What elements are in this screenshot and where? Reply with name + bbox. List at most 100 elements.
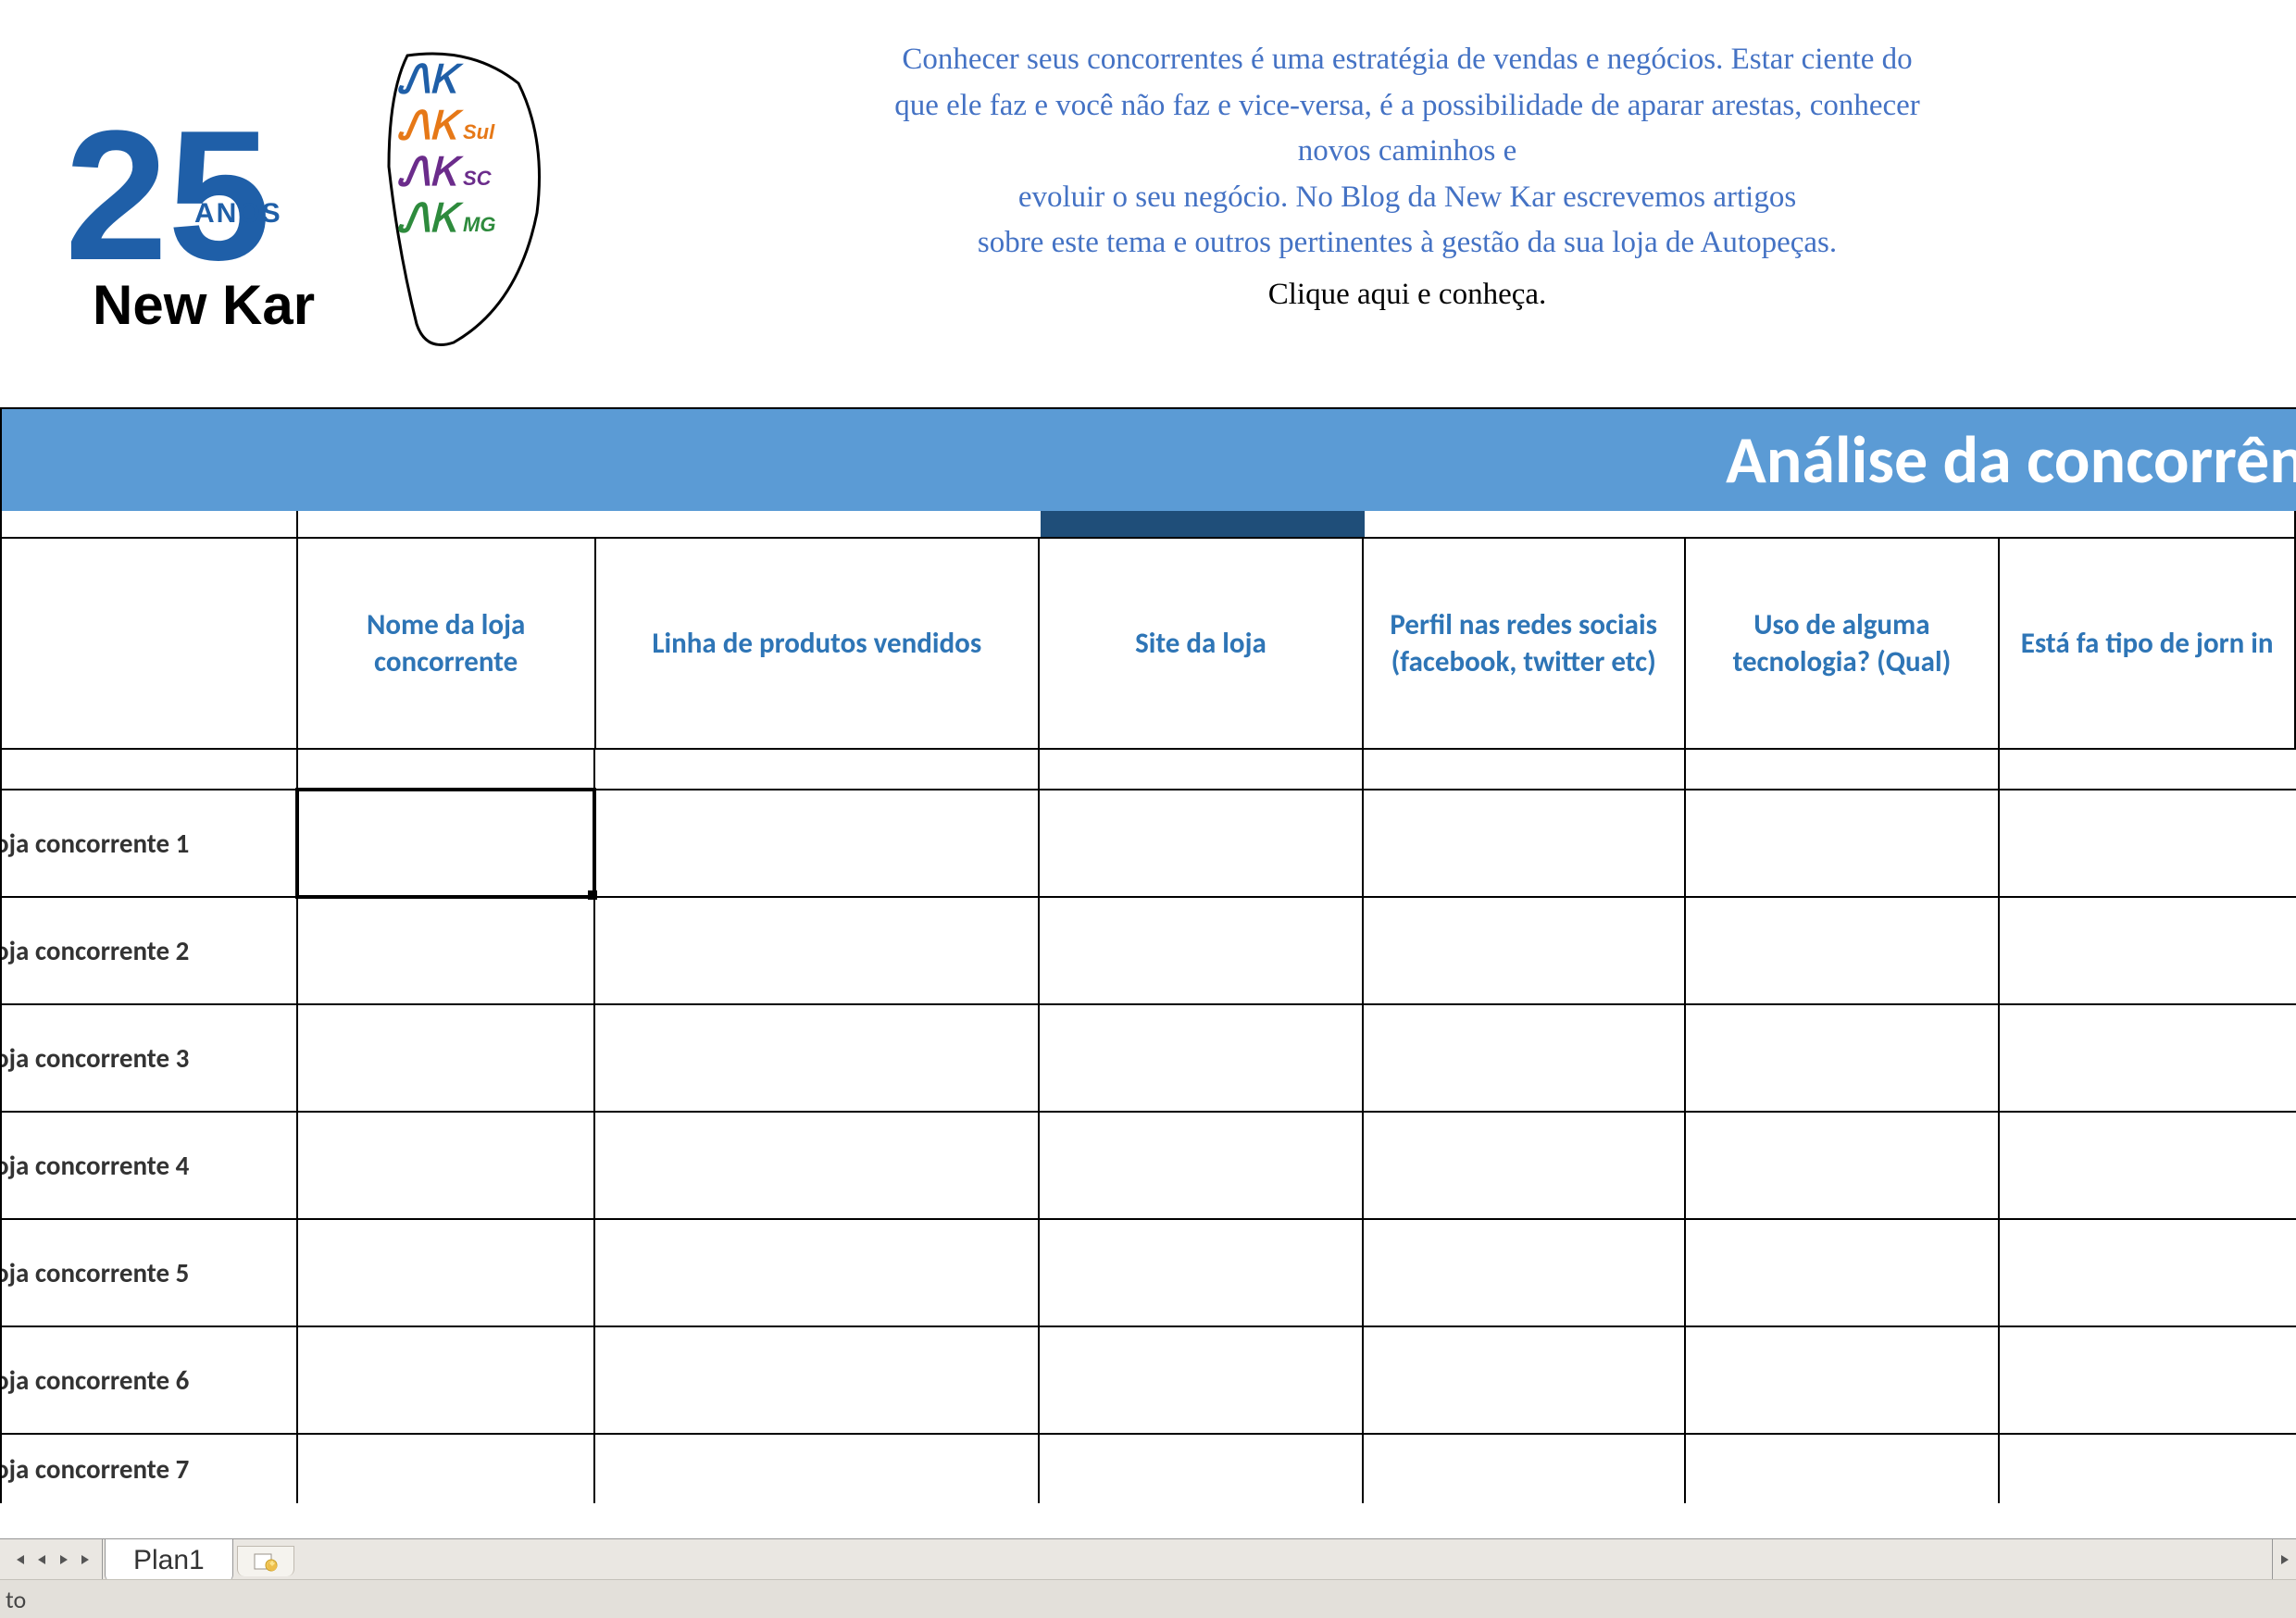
cell-last[interactable] xyxy=(2000,898,2296,1003)
cell-nome[interactable] xyxy=(298,1327,596,1433)
table-row: oja concorrente 4 xyxy=(0,1113,2296,1220)
cell-social[interactable] xyxy=(1364,790,1686,896)
cell-tech[interactable] xyxy=(1686,898,2001,1003)
cell-site[interactable] xyxy=(1040,1327,1364,1433)
cell-produtos[interactable] xyxy=(595,1220,1040,1326)
cell-tech[interactable] xyxy=(1686,790,2001,896)
spacer-row xyxy=(0,511,2296,537)
row-label[interactable]: oja concorrente 5 xyxy=(2,1220,298,1326)
column-header-linha-produtos[interactable]: Linha de produtos vendidos xyxy=(596,539,1041,748)
svg-text:MG: MG xyxy=(463,213,495,236)
intro-cta-link[interactable]: Clique aqui e conheça. xyxy=(593,272,2222,318)
cell-tech[interactable] xyxy=(1686,1113,2001,1218)
column-header-empty[interactable] xyxy=(2,539,298,748)
status-text: to xyxy=(6,1585,26,1614)
row-label[interactable]: oja concorrente 2 xyxy=(2,898,298,1003)
cell-produtos[interactable] xyxy=(595,1005,1040,1111)
cell-site[interactable] xyxy=(1040,1113,1364,1218)
logo-25anos-newkar: 25 ANOS New Kar ᏁᏦ ᏁᏦ Sul ᏁᏦSC ᏁᏦMG xyxy=(56,28,555,361)
cell-nome[interactable] xyxy=(298,1435,596,1503)
cell-last[interactable] xyxy=(2000,790,2296,896)
cell-site[interactable] xyxy=(1040,790,1364,896)
intro-line: evoluir o seu negócio. No Blog da New Ka… xyxy=(593,175,2222,221)
column-header-redes-sociais[interactable]: Perfil nas redes sociais (facebook, twit… xyxy=(1364,539,1686,748)
svg-text:ᏁᏦ: ᏁᏦ xyxy=(398,196,464,240)
intro-line: novos caminhos e xyxy=(593,129,2222,175)
cell-social[interactable] xyxy=(1364,1113,1686,1218)
table-row: oja concorrente 7 xyxy=(0,1435,2296,1503)
logo-newkar-text: New Kar xyxy=(93,274,315,336)
column-header-site[interactable]: Site da loja xyxy=(1040,539,1364,748)
cell-nome[interactable] xyxy=(298,898,596,1003)
intro-line: que ele faz e você não faz e vice-versa,… xyxy=(593,83,2222,130)
cell-tech[interactable] xyxy=(1686,1435,2001,1503)
svg-text:Sul: Sul xyxy=(463,120,495,143)
table-body: oja concorrente 1 oja concorrente 2 oja … xyxy=(0,790,2296,1503)
logo-number-25: 25 xyxy=(65,93,270,299)
cell-nome[interactable] xyxy=(298,1220,596,1326)
cell-produtos[interactable] xyxy=(595,1327,1040,1433)
row-label[interactable]: oja concorrente 4 xyxy=(2,1113,298,1218)
header: 25 ANOS New Kar ᏁᏦ ᏁᏦ Sul ᏁᏦSC ᏁᏦMG Conh… xyxy=(0,0,2296,407)
cell-last[interactable] xyxy=(2000,1005,2296,1111)
cell-selection-indicator xyxy=(295,788,597,899)
cell-site[interactable] xyxy=(1040,1005,1364,1111)
table-row: oja concorrente 1 xyxy=(0,790,2296,898)
svg-text:ᏁᏦ: ᏁᏦ xyxy=(398,57,464,101)
cell-site[interactable] xyxy=(1040,1220,1364,1326)
title-bar: Análise da concorrênc xyxy=(0,407,2296,511)
new-sheet-button[interactable] xyxy=(237,1546,294,1576)
sheet-tab-bar: Plan1 xyxy=(0,1538,2296,1579)
table-row: oja concorrente 6 xyxy=(0,1327,2296,1435)
cell-last[interactable] xyxy=(2000,1327,2296,1433)
status-bar: to xyxy=(0,1579,2296,1618)
cell-social[interactable] xyxy=(1364,898,1686,1003)
sheet-nav-next-icon[interactable] xyxy=(54,1550,74,1570)
logo-anos: ANOS xyxy=(194,198,282,229)
cell-nome[interactable] xyxy=(298,1113,596,1218)
cell-site[interactable] xyxy=(1040,898,1364,1003)
cell-social[interactable] xyxy=(1364,1435,1686,1503)
logo: 25 ANOS New Kar ᏁᏦ ᏁᏦ Sul ᏁᏦSC ᏁᏦMG xyxy=(56,19,574,380)
column-header-truncated[interactable]: Está fa tipo de jorn in xyxy=(2000,539,2296,748)
table-header-row: Nome da loja concorrente Linha de produt… xyxy=(0,537,2296,750)
cell-nome[interactable] xyxy=(298,1005,596,1111)
row-label[interactable]: oja concorrente 6 xyxy=(2,1327,298,1433)
column-header-tecnologia[interactable]: Uso de alguma tecnologia? (Qual) xyxy=(1686,539,2001,748)
title-text: Análise da concorrênc xyxy=(1726,419,2296,501)
cell-social[interactable] xyxy=(1364,1327,1686,1433)
sheet-tab-plan1[interactable]: Plan1 xyxy=(105,1538,233,1582)
cell-social[interactable] xyxy=(1364,1220,1686,1326)
row-label[interactable]: oja concorrente 3 xyxy=(2,1005,298,1111)
cell-last[interactable] xyxy=(2000,1220,2296,1326)
cell-tech[interactable] xyxy=(1686,1005,2001,1111)
filler-row xyxy=(0,750,2296,790)
row-label[interactable]: oja concorrente 7 xyxy=(2,1435,298,1503)
table-row: oja concorrente 3 xyxy=(0,1005,2296,1113)
row-label[interactable]: oja concorrente 1 xyxy=(2,790,298,896)
cell-produtos[interactable] xyxy=(595,1113,1040,1218)
sheet-nav-last-icon[interactable] xyxy=(76,1550,96,1570)
column-header-nome[interactable]: Nome da loja concorrente xyxy=(298,539,596,748)
sheet-nav-first-icon[interactable] xyxy=(9,1550,30,1570)
cell-last[interactable] xyxy=(2000,1113,2296,1218)
cell-produtos[interactable] xyxy=(595,790,1040,896)
cell-site[interactable] xyxy=(1040,1435,1364,1503)
cell-tech[interactable] xyxy=(1686,1220,2001,1326)
cell-nome[interactable] xyxy=(298,790,596,896)
table-row: oja concorrente 2 xyxy=(0,898,2296,1005)
sheet-nav-buttons xyxy=(4,1539,103,1579)
svg-text:ᏁᏦ: ᏁᏦ xyxy=(398,104,464,147)
cell-produtos[interactable] xyxy=(595,898,1040,1003)
cell-produtos[interactable] xyxy=(595,1435,1040,1503)
intro-text-block: Conhecer seus concorrentes é uma estraté… xyxy=(574,19,2259,380)
intro-line: sobre este tema e outros pertinentes à g… xyxy=(593,220,2222,267)
cell-last[interactable] xyxy=(2000,1435,2296,1503)
cell-tech[interactable] xyxy=(1686,1327,2001,1433)
svg-text:ᏁᏦ: ᏁᏦ xyxy=(398,150,464,193)
table-row: oja concorrente 5 xyxy=(0,1220,2296,1327)
new-sheet-icon xyxy=(253,1550,279,1573)
sheet-nav-prev-icon[interactable] xyxy=(31,1550,52,1570)
scroll-right-icon[interactable] xyxy=(2272,1538,2296,1579)
cell-social[interactable] xyxy=(1364,1005,1686,1111)
